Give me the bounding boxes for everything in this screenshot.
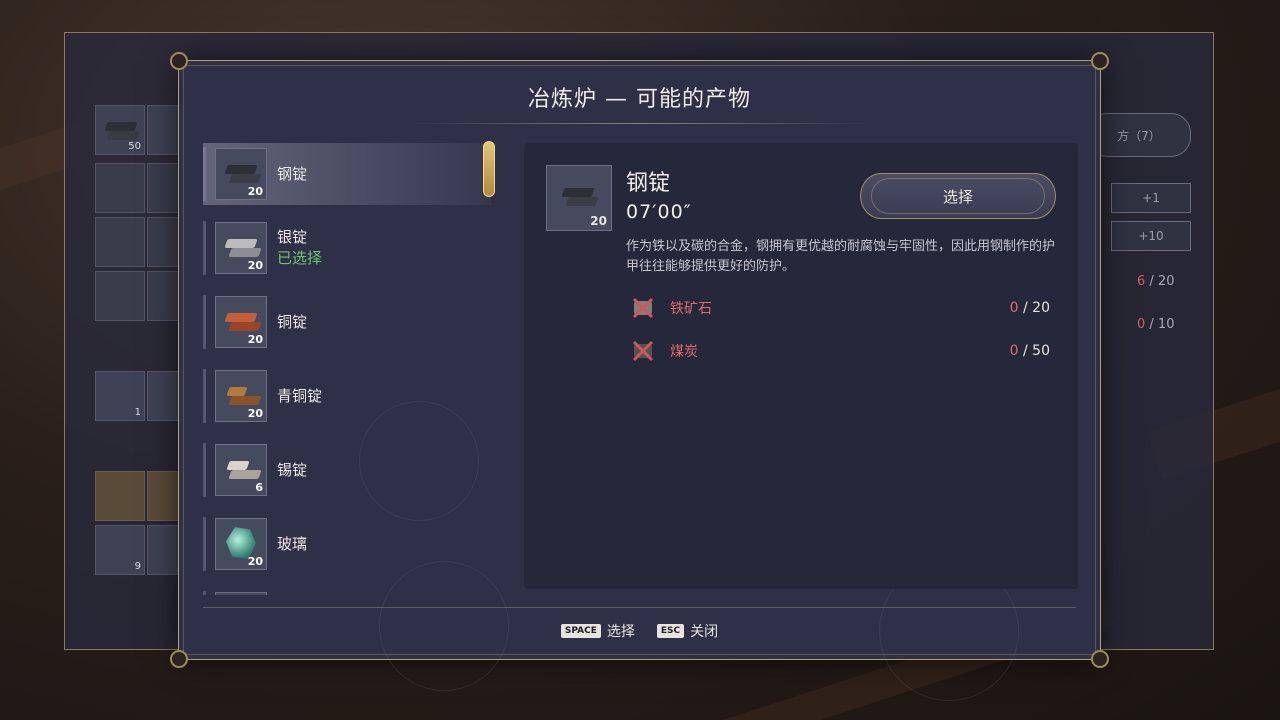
- item-count: 20: [247, 407, 263, 420]
- add-ten-button[interactable]: +10: [1111, 221, 1191, 251]
- background-slot[interactable]: [95, 271, 145, 321]
- steel-ingot-icon: 20: [215, 148, 267, 200]
- tin-ingot-icon: 6: [215, 444, 267, 496]
- close-hint[interactable]: ESC 关闭: [656, 621, 719, 641]
- footer-divider: [203, 607, 1076, 608]
- material-count: 0 / 20: [1009, 300, 1050, 316]
- title-divider: [409, 123, 870, 124]
- iron-ore-icon: [630, 295, 656, 321]
- background-slot[interactable]: 50: [95, 105, 145, 155]
- item-name: 青铜锭: [277, 386, 323, 405]
- item-count: 20: [247, 333, 263, 346]
- select-button-label: 选择: [942, 187, 973, 206]
- item-name: 锡锭: [277, 460, 308, 479]
- add-one-button[interactable]: +1: [1111, 183, 1191, 213]
- slot-count: 50: [128, 141, 141, 152]
- background-slot[interactable]: [95, 217, 145, 267]
- list-item-glass[interactable]: 20 玻璃: [203, 513, 491, 575]
- bronze-ingot-icon: 20: [215, 370, 267, 422]
- material-name: 铁矿石: [670, 301, 712, 317]
- product-list: 20 钢锭 20 银锭 已选择 20 铜锭 20 青铜锭 6 锡锭 20 玻璃: [203, 143, 491, 595]
- corner-ornament-icon: [170, 52, 188, 70]
- recipe-tab[interactable]: 方（7）: [1087, 113, 1191, 157]
- silver-ingot-icon: 20: [215, 222, 267, 274]
- list-scrollbar[interactable]: [483, 141, 495, 197]
- recipe-tab-label: 方（7）: [1117, 128, 1161, 143]
- item-count: 20: [247, 185, 263, 198]
- item-icon: [215, 592, 267, 595]
- select-hint[interactable]: SPACE 选择: [560, 621, 635, 641]
- slot-count: 1: [134, 407, 141, 418]
- select-button[interactable]: 选择: [860, 173, 1056, 219]
- stock-count-2: 0 / 10: [1137, 317, 1175, 332]
- material-count: 0 / 50: [1009, 343, 1050, 359]
- detail-name: 钢锭: [626, 171, 671, 196]
- key-hints: SPACE 选择 ESC 关闭: [179, 619, 1100, 643]
- space-key-icon: SPACE: [560, 624, 601, 638]
- steel-ingot-icon: 20: [546, 165, 612, 231]
- selected-status: 已选择: [277, 249, 323, 267]
- background-slot[interactable]: 9: [95, 525, 145, 575]
- item-name: 铜锭: [277, 312, 308, 331]
- background-slot[interactable]: [95, 471, 145, 521]
- product-detail-panel: 20 钢锭 07′00″ 选择 作为铁以及碳的合金，钢拥有更优越的耐腐蚀与牢固性…: [524, 143, 1078, 589]
- item-name: 玻璃: [277, 534, 308, 553]
- list-item-partial[interactable]: [203, 587, 491, 595]
- list-item-bronze-ingot[interactable]: 20 青铜锭: [203, 365, 491, 427]
- close-hint-label: 关闭: [690, 624, 719, 640]
- list-item-tin-ingot[interactable]: 6 锡锭: [203, 439, 491, 501]
- add-one-label: +1: [1142, 191, 1160, 205]
- list-item-steel-ingot[interactable]: 20 钢锭: [203, 143, 491, 205]
- list-item-silver-ingot[interactable]: 20 银锭 已选择: [203, 217, 491, 279]
- item-name: 钢锭: [277, 164, 308, 183]
- esc-key-icon: ESC: [656, 624, 685, 638]
- background-slot[interactable]: 1: [95, 371, 145, 421]
- select-hint-label: 选择: [606, 624, 635, 640]
- item-count: 20: [247, 555, 263, 568]
- slot-count: 9: [134, 561, 141, 572]
- detail-description: 作为铁以及碳的合金，钢拥有更优越的耐腐蚀与牢固性，因此用钢制作的护甲往往能够提供…: [626, 239, 1056, 274]
- smelter-products-dialog: 冶炼炉 — 可能的产物 20 钢锭 20 银锭 已选择 20 铜锭 20 青铜锭…: [170, 52, 1109, 701]
- material-row-coal: 煤炭 0 / 50: [630, 336, 1050, 366]
- item-name: 银锭: [277, 228, 308, 246]
- material-name: 煤炭: [670, 344, 698, 360]
- add-ten-label: +10: [1138, 229, 1164, 243]
- coal-icon: [630, 338, 656, 364]
- smelt-time: 07′00″: [626, 201, 692, 223]
- corner-ornament-icon: [1091, 52, 1109, 70]
- detail-count: 20: [590, 214, 607, 228]
- item-count: 20: [247, 259, 263, 272]
- background-slot[interactable]: [95, 163, 145, 213]
- stock-count-1: 6 / 20: [1137, 274, 1175, 289]
- glass-icon: 20: [215, 518, 267, 570]
- corner-ornament-icon: [170, 650, 188, 668]
- copper-ingot-icon: 20: [215, 296, 267, 348]
- item-count: 6: [255, 481, 263, 494]
- material-row-iron-ore: 铁矿石 0 / 20: [630, 293, 1050, 323]
- corner-ornament-icon: [1091, 650, 1109, 668]
- dialog-title: 冶炼炉 — 可能的产物: [528, 87, 751, 112]
- list-item-copper-ingot[interactable]: 20 铜锭: [203, 291, 491, 353]
